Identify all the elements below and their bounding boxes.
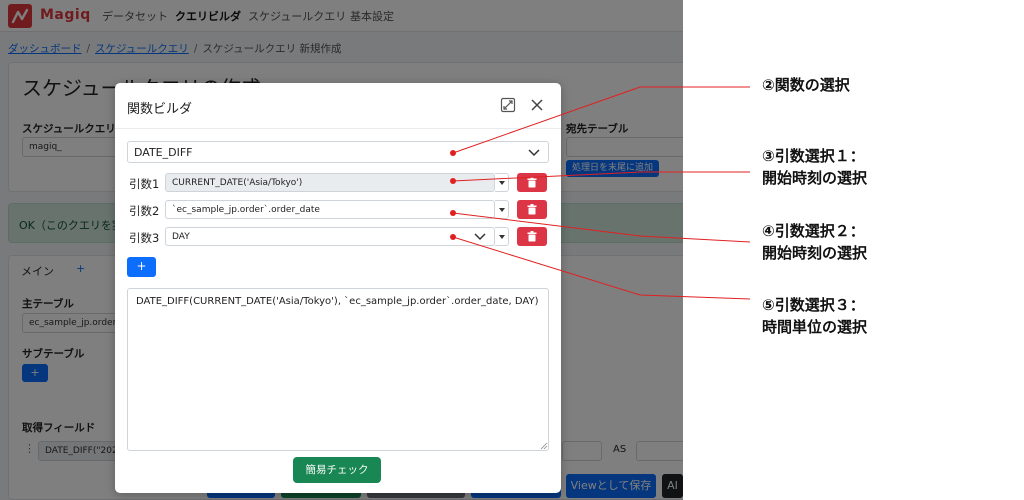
- annotation-arg2-line1: ④引数選択２：: [762, 222, 865, 240]
- expand-icon[interactable]: [500, 97, 516, 113]
- resize-grip-icon[interactable]: [540, 442, 548, 450]
- arg2-label: 引数2: [129, 204, 160, 218]
- annotation-arg3-line2: 時間単位の選択: [762, 318, 868, 336]
- caret-down-icon: [499, 208, 505, 212]
- arg3-dropdown-toggle[interactable]: [495, 227, 509, 246]
- function-builder-modal: 関数ビルダ DATE_DIFF 引数1 CURRENT_DATE('Asia/T…: [115, 83, 561, 493]
- arg1-delete-button[interactable]: [517, 173, 547, 192]
- annotation-function-select: ②関数の選択: [762, 74, 850, 96]
- modal-header-divider: [115, 128, 561, 129]
- annotation-arg3: ⑤引数選択３： 時間単位の選択: [762, 294, 867, 338]
- function-select-value: DATE_DIFF: [134, 146, 193, 159]
- annotation-arg2: ④引数選択２： 開始時刻の選択: [762, 220, 867, 264]
- annotation-arg1-line1: ③引数選択１：: [762, 147, 865, 165]
- annotation-arg2-line2: 開始時刻の選択: [762, 244, 868, 262]
- modal-title: 関数ビルダ: [127, 102, 193, 117]
- arg1-input[interactable]: CURRENT_DATE('Asia/Tokyo'): [165, 173, 495, 192]
- annotation-arg1-line2: 開始時刻の選択: [762, 169, 868, 187]
- caret-down-icon: [499, 181, 505, 185]
- arg3-value: DAY: [172, 232, 190, 242]
- arg1-label: 引数1: [129, 177, 160, 191]
- add-argument-button[interactable]: +: [127, 257, 156, 277]
- annotation-arg1: ③引数選択１： 開始時刻の選択: [762, 145, 867, 189]
- arg3-delete-button[interactable]: [517, 227, 547, 246]
- annotation-arg3-line1: ⑤引数選択３：: [762, 296, 865, 314]
- function-select[interactable]: DATE_DIFF: [127, 141, 549, 163]
- arg2-input[interactable]: `ec_sample_jp.order`.order_date: [165, 200, 495, 219]
- trash-icon: [527, 231, 537, 242]
- quick-check-button[interactable]: 簡易チェック: [293, 457, 381, 483]
- trash-icon: [527, 177, 537, 188]
- arg2-delete-button[interactable]: [517, 200, 547, 219]
- arg2-dropdown-toggle[interactable]: [495, 200, 509, 219]
- caret-down-icon: [499, 235, 505, 239]
- trash-icon: [527, 204, 537, 215]
- arg1-dropdown-toggle[interactable]: [495, 173, 509, 192]
- chevron-down-icon: [474, 233, 486, 241]
- chevron-down-icon: [528, 149, 540, 157]
- expression-textarea[interactable]: DATE_DIFF(CURRENT_DATE('Asia/Tokyo'), `e…: [127, 288, 549, 451]
- close-icon[interactable]: [528, 96, 546, 114]
- arg3-input[interactable]: DAY: [165, 227, 495, 246]
- arg3-label: 引数3: [129, 231, 160, 245]
- annotation-function-select-text: ②関数の選択: [762, 76, 850, 94]
